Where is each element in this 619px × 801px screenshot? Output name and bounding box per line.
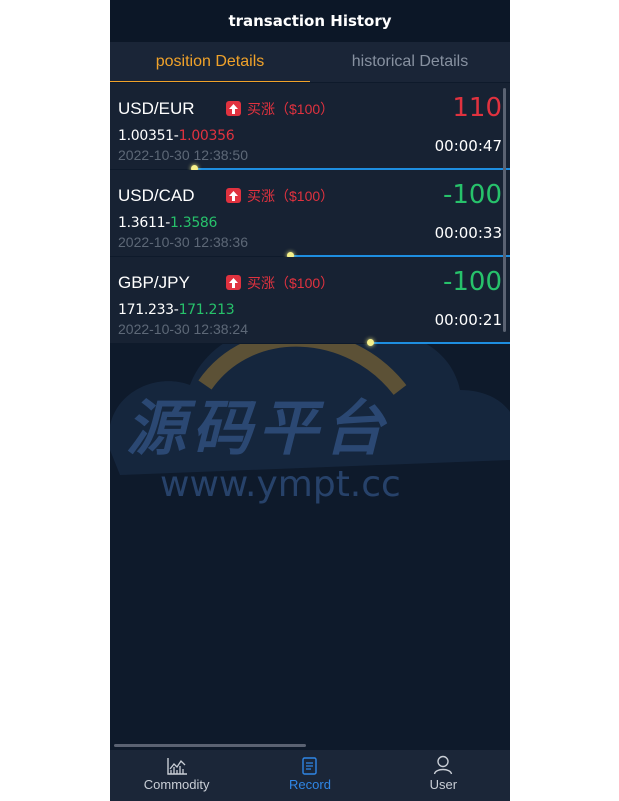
document-icon [302,757,317,775]
open-time: 2022-10-30 12:38:24 [118,321,248,337]
tab-historical-details[interactable]: historical Details [310,42,510,82]
price-range: 171.233-171.213 [118,302,235,318]
vertical-scrollbar[interactable] [503,88,506,332]
phone-screen: transaction History position Details his… [110,0,510,801]
direction-label: 买涨（$100） [247,101,335,117]
current-price: 171.213 [178,302,235,318]
profit-loss: -100 [442,180,502,210]
progress-line [370,342,510,344]
countdown: 00:00:33 [434,224,502,242]
tab-record-label: Record [289,777,331,792]
user-icon [434,755,453,775]
tab-commodity[interactable]: Commodity [110,750,243,801]
current-price: 1.00356 [178,128,235,144]
direction-label: 买涨（$100） [247,188,335,204]
price-range: 1.00351-1.00356 [118,128,235,144]
tab-record[interactable]: Record [243,750,376,801]
profit-loss: -100 [442,267,502,297]
profit-loss: 110 [452,93,502,123]
tab-user-label: User [429,777,458,792]
page-title: transaction History [228,12,392,30]
current-price: 1.3586 [169,215,218,231]
symbol: USD/CAD [118,186,195,205]
symbol: GBP/JPY [118,273,190,292]
watermark-text: 源码平台 [126,394,390,464]
bottom-tab-bar: Commodity Record User [110,750,510,801]
countdown: 00:00:47 [434,137,502,155]
position-list: USD/EUR 买涨（$100） 1.00351-1.00356 2022-10… [110,83,510,346]
symbol: USD/EUR [118,99,195,118]
position-row[interactable]: GBP/JPY 买涨（$100） 171.233-171.213 2022-10… [110,257,510,346]
tab-user[interactable]: User [377,750,510,801]
position-row[interactable]: USD/EUR 买涨（$100） 1.00351-1.00356 2022-10… [110,83,510,172]
open-price: 1.00351 [118,128,174,144]
header: transaction History [110,0,510,42]
arrow-up-icon [226,101,241,116]
countdown: 00:00:21 [434,311,502,329]
open-price: 1.3611 [118,215,166,231]
open-time: 2022-10-30 12:38:36 [118,234,248,250]
watermark-url: www.ympt.cc [160,464,401,505]
horizontal-scrollbar[interactable] [114,744,306,747]
position-row[interactable]: USD/CAD 买涨（$100） 1.3611-1.3586 2022-10-3… [110,170,510,259]
arrow-up-icon [226,275,241,290]
direction-label: 买涨（$100） [247,275,335,291]
tab-position-details[interactable]: position Details [110,42,310,82]
arrow-up-icon [226,188,241,203]
progress-dot [367,339,374,346]
open-time: 2022-10-30 12:38:50 [118,147,248,163]
tab-commodity-label: Commodity [143,777,210,792]
open-price: 171.233 [118,302,174,318]
chart-icon [166,758,187,775]
tab-bar: position Details historical Details [110,42,510,82]
price-range: 1.3611-1.3586 [118,215,217,231]
